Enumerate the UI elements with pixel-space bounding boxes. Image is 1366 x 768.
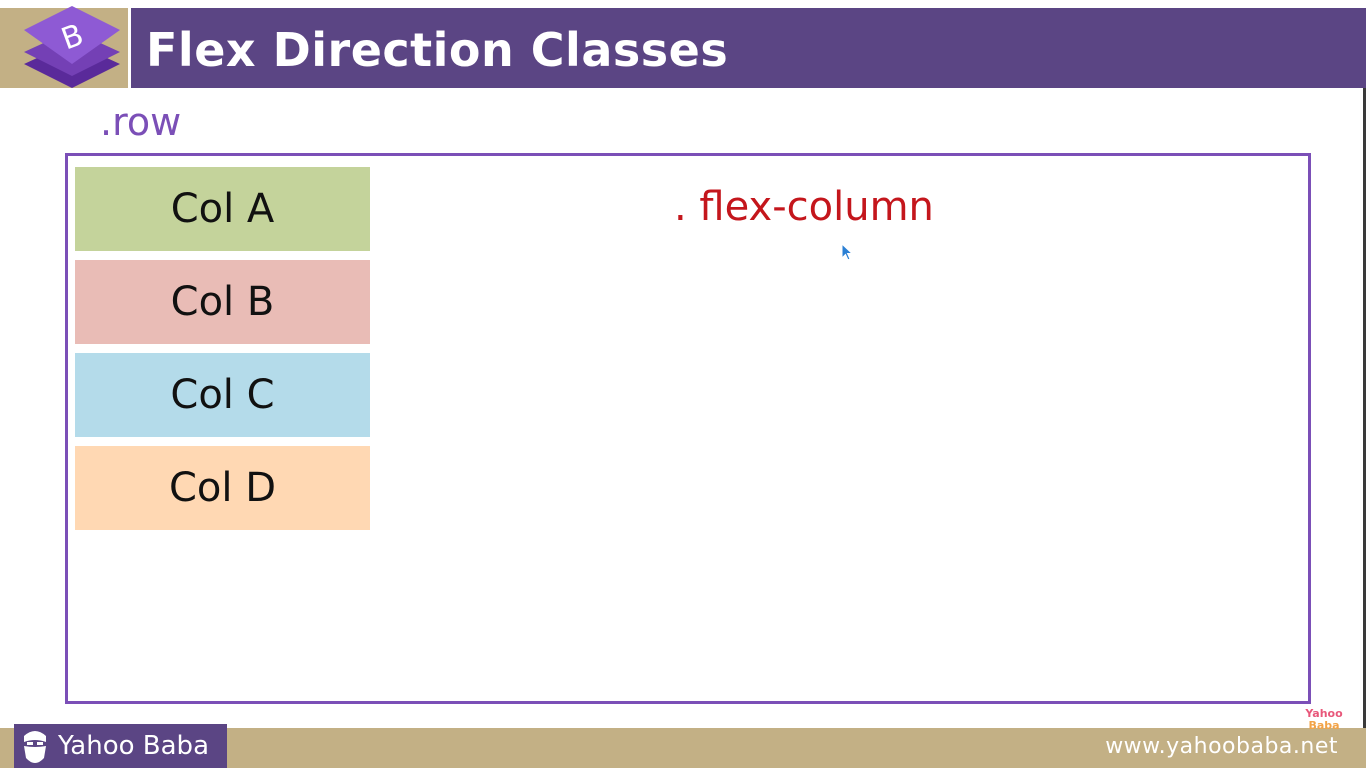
- bearded-man-icon: [24, 731, 46, 763]
- yahoo-baba-watermark: Yahoo Baba: [1302, 708, 1346, 732]
- brand-name: Yahoo Baba: [58, 731, 209, 761]
- col-a-box: Col A: [75, 167, 370, 251]
- flex-column-class-label: . flex-column: [674, 184, 934, 230]
- col-c-box: Col C: [75, 353, 370, 437]
- watermark-line-2: Baba: [1308, 719, 1340, 732]
- mouse-cursor-icon: [842, 244, 854, 261]
- row-class-label: .row: [100, 100, 182, 144]
- slide-title: Flex Direction Classes: [146, 23, 729, 77]
- col-d-box: Col D: [75, 446, 370, 530]
- website-url: www.yahoobaba.net: [1105, 734, 1338, 759]
- col-b-box: Col B: [75, 260, 370, 344]
- bootstrap-logo-icon: B: [24, 6, 120, 88]
- brand-logo: Yahoo Baba: [14, 724, 227, 768]
